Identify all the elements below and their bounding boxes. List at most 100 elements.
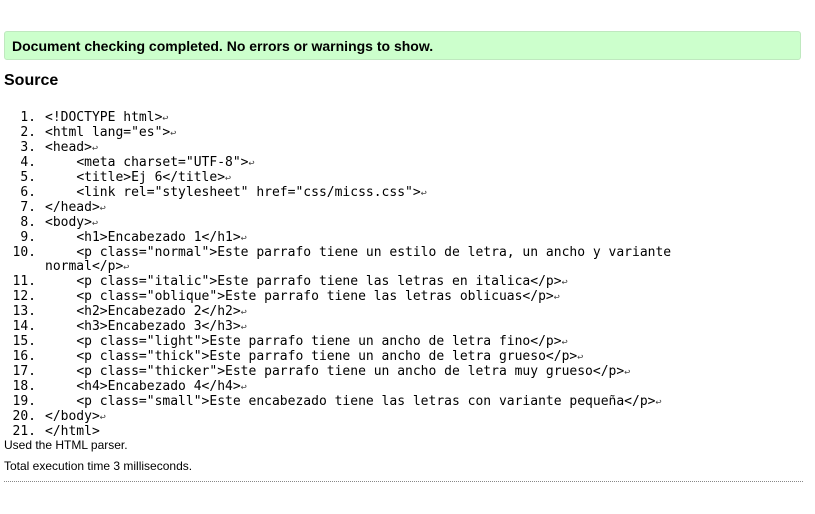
line-break-marker-icon: ↩ bbox=[240, 307, 247, 318]
source-line: 16. <p class="thick">Este parrafo tiene … bbox=[0, 350, 745, 365]
source-line: 14. <h3>Encabezado 3</h3>↩ bbox=[0, 320, 745, 335]
source-line: 21. </html> bbox=[0, 425, 745, 439]
line-break-marker-icon: ↩ bbox=[170, 128, 177, 139]
line-number: 6. bbox=[20, 185, 36, 200]
line-break-marker-icon: ↩ bbox=[240, 322, 247, 333]
line-code-text: <title>Ej 6</title> bbox=[45, 170, 226, 185]
line-code-text: <p class="oblique">Este parrafo tiene la… bbox=[45, 289, 554, 304]
source-line: 12. <p class="oblique">Este parrafo tien… bbox=[0, 290, 745, 305]
source-line: 8. <body>↩ bbox=[0, 216, 745, 231]
line-break-marker-icon: ↩ bbox=[240, 233, 247, 244]
line-code-text: <body> bbox=[45, 215, 92, 230]
line-code-text: <h1>Encabezado 1</h1> bbox=[45, 230, 241, 245]
success-message-text: Document checking completed. No errors o… bbox=[12, 38, 434, 54]
line-code-text: <link rel="stylesheet" href="css/micss.c… bbox=[45, 185, 421, 200]
line-number: 14. bbox=[12, 319, 36, 334]
line-code-text: <h4>Encabezado 4</h4> bbox=[45, 379, 241, 394]
source-code-listing: 1. <!DOCTYPE html>↩ 2. <html lang="es">↩ 3. <… bbox=[0, 111, 745, 439]
source-line: 4. <meta charset="UTF-8">↩ bbox=[0, 156, 745, 171]
line-break-marker-icon: ↩ bbox=[225, 173, 232, 184]
parser-note: Used the HTML parser. bbox=[4, 438, 128, 452]
line-code: <title>Ej 6</title>↩ bbox=[45, 171, 745, 186]
line-code: <body>↩ bbox=[45, 216, 745, 231]
source-heading: Source bbox=[4, 72, 59, 89]
line-code-text: <p class="normal">Este parrafo tiene un … bbox=[45, 245, 679, 274]
line-number: 15. bbox=[12, 334, 36, 349]
line-break-marker-icon: ↩ bbox=[561, 337, 568, 348]
source-line: 9. <h1>Encabezado 1</h1>↩ bbox=[0, 231, 745, 246]
line-code-text: <p class="light">Este parrafo tiene un a… bbox=[45, 334, 562, 349]
line-break-marker-icon: ↩ bbox=[553, 292, 560, 303]
line-break-marker-icon: ↩ bbox=[561, 277, 568, 288]
line-number: 18. bbox=[12, 379, 36, 394]
line-number: 5. bbox=[20, 170, 36, 185]
line-code: <h3>Encabezado 3</h3>↩ bbox=[45, 320, 745, 335]
line-code-text: <h2>Encabezado 2</h2> bbox=[45, 304, 241, 319]
line-break-marker-icon: ↩ bbox=[99, 203, 106, 214]
line-code-text: <html lang="es"> bbox=[45, 125, 171, 140]
line-code-text: <h3>Encabezado 3</h3> bbox=[45, 319, 241, 334]
line-number: 9. bbox=[20, 230, 36, 245]
source-line: 13. <h2>Encabezado 2</h2>↩ bbox=[0, 305, 745, 320]
line-code-text: <meta charset="UTF-8"> bbox=[45, 155, 249, 170]
line-break-marker-icon: ↩ bbox=[248, 158, 255, 169]
line-code: <head>↩ bbox=[45, 141, 745, 156]
line-code: </html> bbox=[45, 425, 745, 439]
source-line: 20. </body>↩ bbox=[0, 410, 745, 425]
line-code: <p class="small">Este encabezado tiene l… bbox=[45, 395, 745, 410]
line-code: <!DOCTYPE html>↩ bbox=[45, 111, 745, 126]
line-code: <h2>Encabezado 2</h2>↩ bbox=[45, 305, 745, 320]
line-number: 20. bbox=[12, 409, 36, 424]
line-number: 4. bbox=[20, 155, 36, 170]
line-code: <html lang="es">↩ bbox=[45, 126, 745, 141]
line-code-text: </body> bbox=[45, 409, 100, 424]
line-break-marker-icon: ↩ bbox=[91, 218, 98, 229]
line-break-marker-icon: ↩ bbox=[577, 352, 584, 363]
line-code: </head>↩ bbox=[45, 201, 745, 216]
source-line: 7. </head>↩ bbox=[0, 201, 745, 216]
line-code: <p class="oblique">Este parrafo tiene la… bbox=[45, 290, 745, 305]
line-break-marker-icon: ↩ bbox=[624, 367, 631, 378]
source-line: 5. <title>Ej 6</title>↩ bbox=[0, 171, 745, 186]
line-code-text: <head> bbox=[45, 140, 92, 155]
line-code-text: <p class="small">Este encabezado tiene l… bbox=[45, 394, 656, 409]
success-message-box: Document checking completed. No errors o… bbox=[4, 31, 801, 60]
source-line: 10. <p class="normal">Este parrafo tiene… bbox=[0, 246, 745, 275]
line-break-marker-icon: ↩ bbox=[91, 143, 98, 154]
line-code: <p class="light">Este parrafo tiene un a… bbox=[45, 335, 745, 350]
validator-results-page: { "status": { "message": "Document check… bbox=[0, 0, 815, 514]
line-code-text: </head> bbox=[45, 200, 100, 215]
line-break-marker-icon: ↩ bbox=[99, 412, 106, 423]
source-line: 15. <p class="light">Este parrafo tiene … bbox=[0, 335, 745, 350]
source-line: 6. <link rel="stylesheet" href="css/mics… bbox=[0, 186, 745, 201]
line-code-text: <p class="thick">Este parrafo tiene un a… bbox=[45, 349, 578, 364]
line-code: <p class="thick">Este parrafo tiene un a… bbox=[45, 350, 745, 365]
line-code: <h1>Encabezado 1</h1>↩ bbox=[45, 231, 745, 246]
line-code: <p class="normal">Este parrafo tiene un … bbox=[45, 246, 745, 275]
line-code: <p class="italic">Este parrafo tiene las… bbox=[45, 275, 745, 290]
line-number: 21. bbox=[12, 424, 36, 439]
source-line: 19. <p class="small">Este encabezado tie… bbox=[0, 395, 745, 410]
dotted-divider bbox=[4, 481, 803, 482]
line-number: 8. bbox=[20, 215, 36, 230]
line-break-marker-icon: ↩ bbox=[123, 262, 130, 273]
line-number: 16. bbox=[12, 349, 36, 364]
line-break-marker-icon: ↩ bbox=[240, 382, 247, 393]
line-number: 19. bbox=[12, 394, 36, 409]
line-break-marker-icon: ↩ bbox=[162, 113, 169, 124]
line-code-text: <p class="thicker">Este parrafo tiene un… bbox=[45, 364, 625, 379]
line-number: 3. bbox=[20, 140, 36, 155]
line-code: <h4>Encabezado 4</h4>↩ bbox=[45, 380, 745, 395]
line-number: 1. bbox=[20, 110, 36, 125]
source-line: 2. <html lang="es">↩ bbox=[0, 126, 745, 141]
source-line: 1. <!DOCTYPE html>↩ bbox=[0, 111, 745, 126]
line-code: <link rel="stylesheet" href="css/micss.c… bbox=[45, 186, 745, 201]
line-number: 7. bbox=[20, 200, 36, 215]
line-number: 12. bbox=[12, 289, 36, 304]
source-line: 18. <h4>Encabezado 4</h4>↩ bbox=[0, 380, 745, 395]
line-code-text: </html> bbox=[45, 424, 100, 439]
source-line: 17. <p class="thicker">Este parrafo tien… bbox=[0, 365, 745, 380]
line-break-marker-icon: ↩ bbox=[655, 397, 662, 408]
execution-time-note: Total execution time 3 milliseconds. bbox=[4, 459, 193, 473]
line-code-text: <!DOCTYPE html> bbox=[45, 110, 163, 125]
